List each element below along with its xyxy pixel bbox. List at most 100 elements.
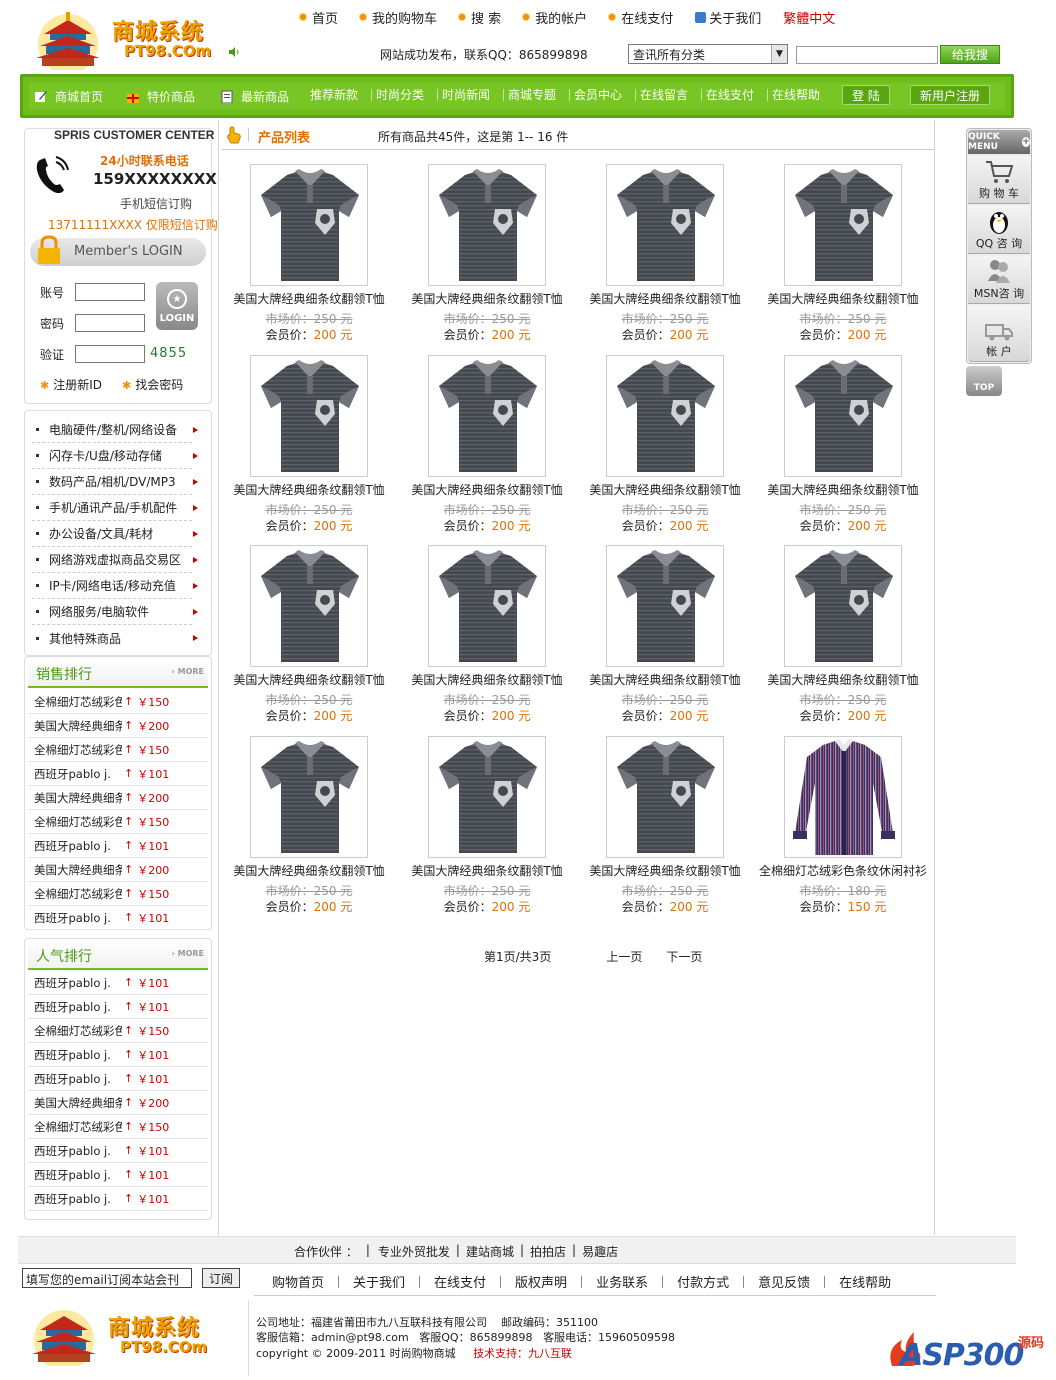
- nav-mall-topics[interactable]: 商城专题: [508, 86, 556, 103]
- product-name-link[interactable]: 美国大牌经典细条纹翻领T恤: [402, 290, 572, 307]
- subscribe-email-input[interactable]: 填写您的email订阅本站会刊: [22, 1268, 192, 1288]
- back-to-top-button[interactable]: TOP: [966, 366, 1002, 396]
- nav-fashion-news[interactable]: 时尚新闻: [442, 86, 490, 103]
- topnav-payment[interactable]: 在线支付: [609, 8, 673, 27]
- product-image-link[interactable]: [606, 164, 724, 286]
- quick-cart[interactable]: 购 物 车: [968, 156, 1030, 204]
- nav-online-payment[interactable]: 在线支付: [706, 86, 754, 103]
- quick-account[interactable]: 帐 户: [968, 306, 1030, 362]
- account-input[interactable]: [75, 283, 145, 301]
- partner-link[interactable]: 拍拍店: [530, 1243, 566, 1260]
- topnav-search[interactable]: 搜 索: [459, 8, 501, 27]
- topnav-home[interactable]: 首页: [300, 8, 338, 27]
- product-name-link[interactable]: 美国大牌经典细条纹翻领T恤: [758, 481, 928, 498]
- product-name-link[interactable]: 美国大牌经典细条纹翻领T恤: [580, 290, 750, 307]
- nav-new-products[interactable]: 最新商品: [220, 88, 289, 105]
- verify-input[interactable]: [75, 345, 145, 363]
- rank-item[interactable]: 全棉细灯芯绒彩色条纹↑￥150: [28, 738, 208, 762]
- rank-item[interactable]: 全棉细灯芯绒彩色条纹↑￥150: [28, 1019, 208, 1043]
- site-logo[interactable]: 商城系统 PT98.COm: [28, 8, 211, 72]
- password-input[interactable]: [75, 314, 145, 332]
- topnav-about[interactable]: 关于我们: [695, 8, 761, 27]
- nav-member-center[interactable]: 会员中心: [574, 86, 622, 103]
- topnav-cart[interactable]: 我的购物车: [360, 8, 437, 27]
- quick-qq[interactable]: QQ 咨 询: [968, 206, 1030, 254]
- category-select[interactable]: 查讯所有分类 ▼: [628, 44, 788, 64]
- product-name-link[interactable]: 美国大牌经典细条纹翻领T恤: [224, 481, 394, 498]
- product-image-link[interactable]: [784, 736, 902, 858]
- footer-link[interactable]: 关于我们: [353, 1272, 405, 1291]
- rank-item[interactable]: 西班牙pablo j. ↑ ￥101: [28, 1067, 208, 1091]
- login-nav-button[interactable]: 登 陆: [842, 85, 890, 105]
- rank-item[interactable]: 全棉细灯芯绒彩色条纹↑￥150: [28, 882, 208, 906]
- rank-item[interactable]: 西班牙pablo j. ↑ ￥101: [28, 762, 208, 786]
- rank-item[interactable]: 西班牙pablo j. ↑ ￥101: [28, 1043, 208, 1067]
- product-image-link[interactable]: [428, 736, 546, 858]
- nav-mall-home[interactable]: 商城首页: [34, 88, 103, 105]
- category-item[interactable]: IP卡/网络电话/移动充值: [32, 573, 198, 599]
- support-link[interactable]: 九八互联: [528, 1347, 572, 1360]
- product-name-link[interactable]: 美国大牌经典细条纹翻领T恤: [402, 671, 572, 688]
- product-name-link[interactable]: 美国大牌经典细条纹翻领T恤: [402, 862, 572, 879]
- category-item[interactable]: 数码产品/相机/DV/MP3: [32, 469, 198, 495]
- footer-link[interactable]: 意见反馈: [758, 1272, 810, 1291]
- product-name-link[interactable]: 美国大牌经典细条纹翻领T恤: [224, 862, 394, 879]
- product-image-link[interactable]: [784, 355, 902, 477]
- rank-item[interactable]: 全棉细灯芯绒彩色条纹↑￥150: [28, 690, 208, 714]
- rank-item[interactable]: 西班牙pablo j. ↑ ￥101: [28, 1139, 208, 1163]
- subscribe-button[interactable]: 订阅: [202, 1268, 240, 1288]
- rank-item[interactable]: 美国大牌经典细条纹翻↑￥200: [28, 714, 208, 738]
- product-image-link[interactable]: [250, 164, 368, 286]
- footer-link[interactable]: 在线帮助: [839, 1272, 891, 1291]
- product-name-link[interactable]: 美国大牌经典细条纹翻领T恤: [758, 290, 928, 307]
- product-image-link[interactable]: [606, 545, 724, 667]
- rank-item[interactable]: 全棉细灯芯绒彩色条纹↑￥150: [28, 1115, 208, 1139]
- popular-rank-more-link[interactable]: › MORE: [172, 949, 204, 958]
- footer-link[interactable]: 版权声明: [515, 1272, 567, 1291]
- prev-page-link[interactable]: 上一页: [606, 948, 642, 965]
- nav-guestbook[interactable]: 在线留言: [640, 86, 688, 103]
- product-image-link[interactable]: [784, 545, 902, 667]
- nav-fashion-category[interactable]: 时尚分类: [376, 86, 424, 103]
- search-button[interactable]: 给我搜: [940, 45, 1000, 64]
- rank-item[interactable]: 西班牙pablo j. ↑ ￥101: [28, 995, 208, 1019]
- product-name-link[interactable]: 美国大牌经典细条纹翻领T恤: [224, 671, 394, 688]
- product-image-link[interactable]: [606, 736, 724, 858]
- rank-item[interactable]: 美国大牌经典细条纹翻↑￥200: [28, 1091, 208, 1115]
- product-name-link[interactable]: 美国大牌经典细条纹翻领T恤: [580, 671, 750, 688]
- product-image-link[interactable]: [428, 355, 546, 477]
- footer-link[interactable]: 付款方式: [677, 1272, 729, 1291]
- footer-link[interactable]: 业务联系: [596, 1272, 648, 1291]
- category-item[interactable]: 网络游戏虚拟商品交易区: [32, 547, 198, 573]
- product-image-link[interactable]: [428, 545, 546, 667]
- login-button[interactable]: ★ LOGIN: [156, 282, 198, 330]
- register-nav-button[interactable]: 新用户注册: [910, 85, 990, 105]
- category-item[interactable]: 网络服务/电脑软件: [32, 599, 198, 625]
- category-item[interactable]: 办公设备/文具/耗材: [32, 521, 198, 547]
- category-item[interactable]: 其他特殊商品: [32, 625, 198, 651]
- nav-online-help[interactable]: 在线帮助: [772, 86, 820, 103]
- partner-link[interactable]: 专业外贸批发: [378, 1243, 450, 1260]
- partner-link[interactable]: 易趣店: [582, 1243, 618, 1260]
- product-name-link[interactable]: 美国大牌经典细条纹翻领T恤: [758, 671, 928, 688]
- category-item[interactable]: 闪存卡/U盘/移动存储: [32, 443, 198, 469]
- product-image-link[interactable]: [606, 355, 724, 477]
- next-page-link[interactable]: 下一页: [666, 948, 702, 965]
- rank-item[interactable]: 西班牙pablo j. ↑ ￥101: [28, 1187, 208, 1211]
- nav-recommended[interactable]: 推荐新款: [310, 86, 358, 103]
- product-image-link[interactable]: [428, 164, 546, 286]
- find-password-link[interactable]: ✱ 找会密码: [122, 376, 183, 393]
- topnav-account[interactable]: 我的帐户: [523, 8, 587, 27]
- product-name-link[interactable]: 全棉细灯芯绒彩色条纹休闲衬衫: [758, 862, 928, 879]
- rank-item[interactable]: 西班牙pablo j. ↑ ￥101: [28, 1163, 208, 1187]
- rank-item[interactable]: 全棉细灯芯绒彩色条纹↑￥150: [28, 810, 208, 834]
- product-image-link[interactable]: [250, 545, 368, 667]
- rank-item[interactable]: 美国大牌经典细条纹翻↑￥200: [28, 786, 208, 810]
- quick-msn[interactable]: MSN咨 询: [968, 256, 1030, 304]
- footer-link[interactable]: 在线支付: [434, 1272, 486, 1291]
- product-image-link[interactable]: [784, 164, 902, 286]
- product-name-link[interactable]: 美国大牌经典细条纹翻领T恤: [580, 481, 750, 498]
- sales-rank-more-link[interactable]: › MORE: [172, 667, 204, 676]
- product-name-link[interactable]: 美国大牌经典细条纹翻领T恤: [580, 862, 750, 879]
- product-name-link[interactable]: 美国大牌经典细条纹翻领T恤: [402, 481, 572, 498]
